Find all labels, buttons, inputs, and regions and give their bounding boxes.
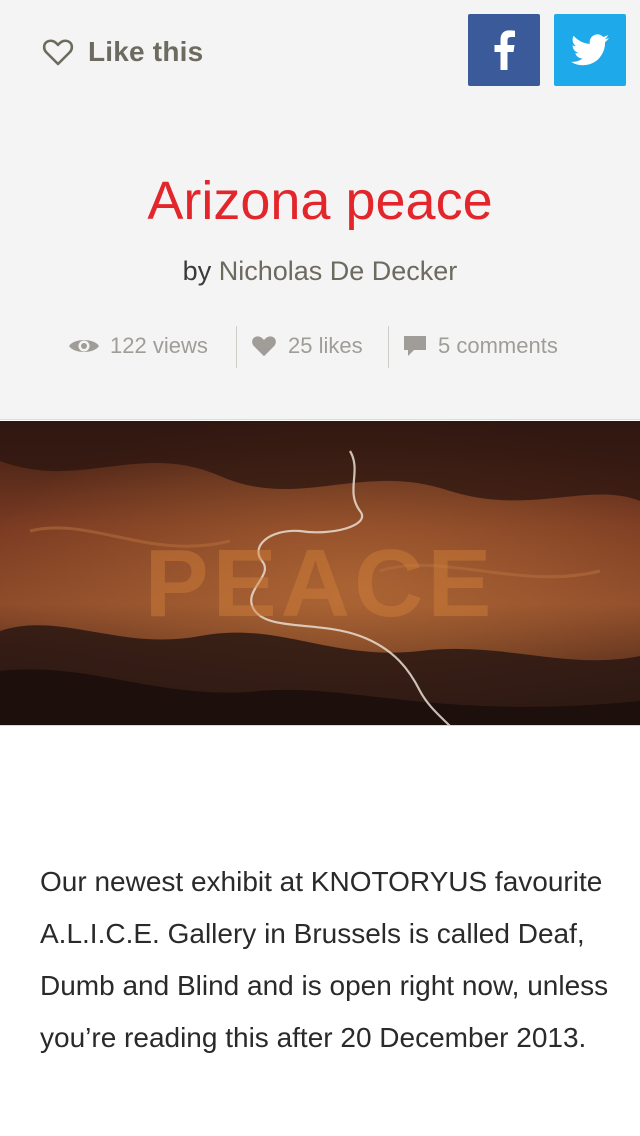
stats-divider: [236, 326, 237, 368]
comment-bubble-icon: [404, 336, 426, 356]
like-label: Like this: [88, 36, 204, 67]
views-stat: 122 views: [68, 322, 208, 370]
byline-prefix: by: [182, 256, 212, 286]
author-link[interactable]: Nicholas De Decker: [219, 256, 458, 286]
heart-icon: [252, 336, 276, 357]
eye-icon: [69, 340, 99, 352]
post-header: Like this Arizona peace by Nicholas De D…: [0, 0, 640, 420]
article-body: Our newest exhibit at KNOTORYUS favourit…: [40, 866, 609, 1053]
heart-outline-icon: [42, 39, 74, 66]
post-stats: 122 views 25 likes 5 comments: [0, 322, 640, 370]
likes-count: 25 likes: [288, 333, 363, 358]
views-count: 122 views: [110, 333, 208, 358]
comments-count: 5 comments: [438, 333, 558, 358]
hero-overlay-text: PEACE: [145, 530, 496, 637]
likes-stat: 25 likes: [250, 322, 363, 370]
post-title: Arizona peace: [147, 171, 493, 231]
byline: by Nicholas De Decker: [0, 256, 640, 287]
like-button[interactable]: Like this: [42, 34, 203, 70]
twitter-bird-icon: [571, 34, 609, 66]
stats-divider: [388, 326, 389, 368]
twitter-share-button[interactable]: [554, 14, 626, 86]
facebook-f-icon: [494, 30, 515, 70]
comments-stat[interactable]: 5 comments: [402, 322, 558, 370]
hero-image: PEACE: [0, 421, 640, 726]
facebook-share-button[interactable]: [468, 14, 540, 86]
